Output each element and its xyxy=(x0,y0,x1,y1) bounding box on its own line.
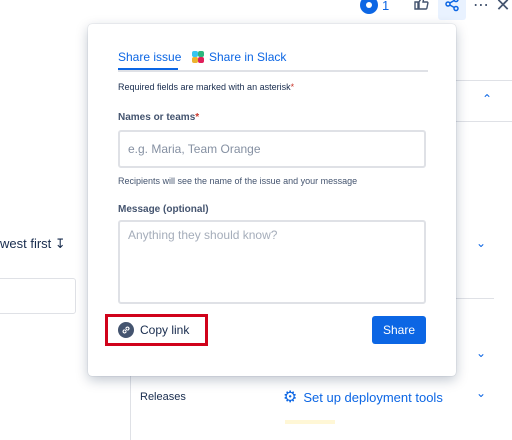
close-button[interactable]: ✕ xyxy=(492,0,512,16)
watch-count: 1 xyxy=(382,0,390,13)
copy-link-label: Copy link xyxy=(140,323,190,337)
deployment-tools-label: Set up deployment tools xyxy=(303,389,443,405)
message-textarea[interactable]: Anything they should know? xyxy=(118,220,426,304)
names-input[interactable]: e.g. Maria, Team Orange xyxy=(118,130,426,168)
highlight-bar xyxy=(285,420,335,424)
slack-icon xyxy=(192,51,204,63)
active-tab-indicator xyxy=(118,68,178,70)
deployment-tools-link[interactable]: ⚙ Set up deployment tools xyxy=(283,387,443,407)
share-submit-button[interactable]: Share xyxy=(372,316,426,344)
asterisk: * xyxy=(195,112,200,123)
names-label-text: Names or teams xyxy=(118,112,196,123)
share-dialog: Share issue Share in Slack Required fiel… xyxy=(88,24,456,376)
watch-icon xyxy=(360,0,378,14)
issue-toolbar: 1 ⋯ ✕ xyxy=(352,0,512,22)
required-note-text: Required fields are marked with an aster… xyxy=(118,82,291,92)
chevron-down-icon[interactable]: ⌄ xyxy=(476,236,486,250)
names-placeholder: e.g. Maria, Team Orange xyxy=(128,142,261,156)
share-button[interactable] xyxy=(438,0,466,20)
gear-icon: ⚙ xyxy=(283,389,298,406)
like-icon xyxy=(413,0,429,16)
share-tabs: Share issue Share in Slack xyxy=(118,46,428,72)
share-icon xyxy=(444,0,460,17)
tab-share-in-slack[interactable]: Share in Slack xyxy=(192,50,286,64)
more-icon: ⋯ xyxy=(473,0,489,14)
sort-order-toggle[interactable]: west first ↧ xyxy=(0,236,66,252)
releases-label: Releases xyxy=(140,391,186,403)
message-placeholder: Anything they should know? xyxy=(128,228,278,242)
recipients-hint: Recipients will see the name of the issu… xyxy=(118,176,358,186)
message-label: Message (optional) xyxy=(118,204,209,215)
watch-button[interactable] xyxy=(358,0,380,16)
asterisk: * xyxy=(290,82,295,92)
chevron-down-icon[interactable]: ⌄ xyxy=(476,346,486,360)
chevron-down-icon[interactable]: ⌄ xyxy=(476,386,486,400)
tab-share-issue[interactable]: Share issue xyxy=(118,50,181,64)
tab-slack-label: Share in Slack xyxy=(209,50,287,64)
close-icon: ✕ xyxy=(495,0,511,15)
names-label: Names or teams* xyxy=(118,112,199,123)
like-button[interactable] xyxy=(410,0,432,16)
more-actions-button[interactable]: ⋯ xyxy=(470,0,492,16)
required-note: Required fields are marked with an aster… xyxy=(118,82,294,92)
link-icon xyxy=(118,322,134,338)
chevron-up-icon[interactable]: ⌃ xyxy=(482,92,492,106)
copy-link-button[interactable]: Copy link xyxy=(105,314,208,346)
divider xyxy=(456,298,494,299)
comment-input[interactable] xyxy=(0,278,76,314)
